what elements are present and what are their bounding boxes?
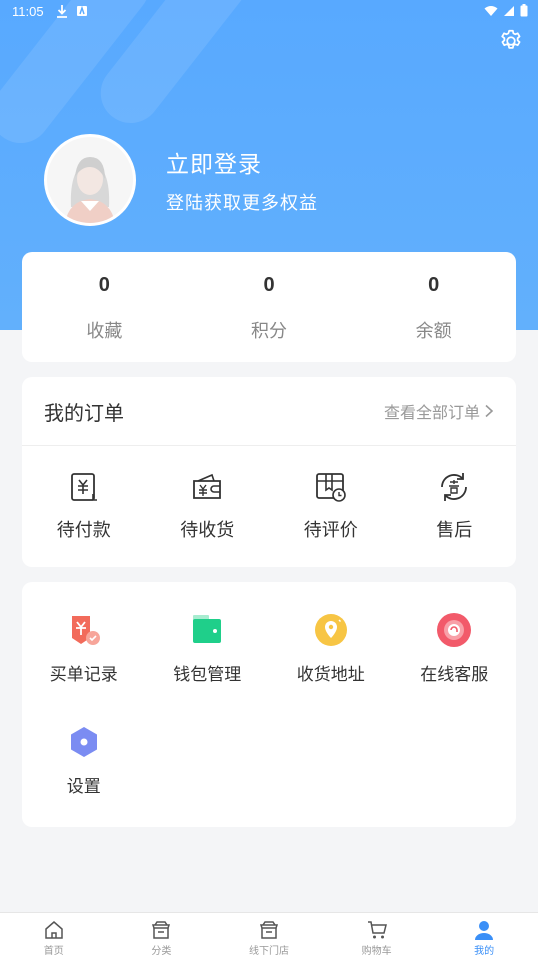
tab-store[interactable]: 线下门店	[215, 913, 323, 958]
tool-label: 收货地址	[296, 665, 365, 685]
tab-cart[interactable]: 购物车	[323, 913, 431, 958]
battery-icon	[520, 4, 528, 17]
tool-label: 在线客服	[420, 665, 489, 685]
tab-category[interactable]: 分类	[108, 913, 216, 958]
order-pending-receipt[interactable]: 待收货	[146, 446, 270, 566]
tool-settings[interactable]: 设置	[22, 704, 146, 816]
stat-balance[interactable]: 0 余额	[351, 252, 516, 362]
gear-icon	[501, 29, 521, 49]
order-item-label: 待评价	[303, 520, 358, 541]
stat-label: 积分	[251, 321, 287, 342]
tab-label: 分类	[151, 946, 172, 957]
order-item-label: 售后	[436, 520, 473, 541]
wifi-icon	[484, 5, 498, 16]
orders-header: 我的订单 查看全部订单	[22, 377, 516, 446]
login-subtitle: 登陆获取更多权益	[166, 193, 318, 214]
tool-label: 设置	[66, 777, 101, 797]
category-icon	[152, 921, 171, 939]
view-all-orders-label: 查看全部订单	[383, 403, 480, 422]
view-all-orders-link[interactable]: 查看全部订单	[384, 399, 494, 423]
tool-address[interactable]: 收货地址	[269, 592, 393, 704]
tool-label: 买单记录	[49, 665, 118, 685]
stat-value: 0	[428, 274, 440, 296]
location-icon	[314, 614, 347, 646]
stat-value: 0	[98, 274, 110, 296]
order-pending-payment[interactable]: 待付款	[22, 446, 146, 566]
settings-hexagon-icon	[70, 727, 97, 757]
tab-label: 购物车	[361, 946, 392, 957]
pending-receipt-icon	[193, 473, 222, 499]
tab-label: 我的	[474, 946, 495, 957]
orders-card: 我的订单 查看全部订单 待付款 待收货 待评价 售后	[22, 377, 516, 567]
login-title[interactable]: 立即登录	[166, 145, 262, 179]
pending-payment-icon	[70, 473, 97, 501]
tool-label: 钱包管理	[173, 665, 242, 685]
default-avatar-icon	[47, 137, 133, 223]
avatar[interactable]	[44, 134, 136, 226]
stat-points[interactable]: 0 积分	[187, 252, 352, 362]
bill-record-icon	[71, 616, 100, 645]
download-icon	[57, 5, 67, 18]
store-icon	[259, 921, 279, 939]
order-item-label: 待收货	[180, 520, 235, 541]
chevron-right-icon	[485, 404, 494, 418]
tool-customer-service[interactable]: 在线客服	[393, 592, 517, 704]
stat-favorites[interactable]: 0 收藏	[22, 252, 187, 362]
settings-gear-button[interactable]	[498, 28, 524, 54]
orders-title: 我的订单	[44, 400, 124, 425]
order-pending-review[interactable]: 待评价	[269, 446, 393, 566]
tools-card: 买单记录 钱包管理 收货地址 在线客服 设置	[22, 582, 516, 827]
tab-label: 线下门店	[248, 946, 289, 957]
wallet-icon	[193, 615, 222, 643]
status-time: 11:05	[12, 4, 44, 19]
tab-mine[interactable]: 我的	[430, 913, 538, 958]
bottom-tab-bar: 首页 分类 线下门店 购物车 我的	[0, 912, 538, 958]
home-icon	[45, 921, 63, 939]
stat-label: 收藏	[86, 321, 123, 342]
signal-icon	[504, 5, 514, 16]
app-notification-icon	[77, 5, 87, 16]
stats-card: 0 收藏 0 积分 0 余额	[22, 252, 516, 362]
customer-service-icon	[437, 613, 472, 647]
tab-home[interactable]: 首页	[0, 913, 108, 958]
order-item-label: 待付款	[56, 520, 111, 541]
order-after-sales[interactable]: 售后	[393, 446, 517, 566]
cart-icon	[367, 921, 387, 939]
tool-bill-record[interactable]: 买单记录	[22, 592, 146, 704]
tab-label: 首页	[43, 946, 64, 957]
status-bar: 11:05	[0, 0, 538, 24]
stat-value: 0	[263, 274, 275, 296]
stat-label: 余额	[415, 321, 452, 342]
tool-wallet[interactable]: 钱包管理	[146, 592, 270, 704]
user-icon	[475, 921, 494, 940]
after-sales-icon	[441, 473, 468, 501]
pending-review-icon	[315, 473, 346, 502]
